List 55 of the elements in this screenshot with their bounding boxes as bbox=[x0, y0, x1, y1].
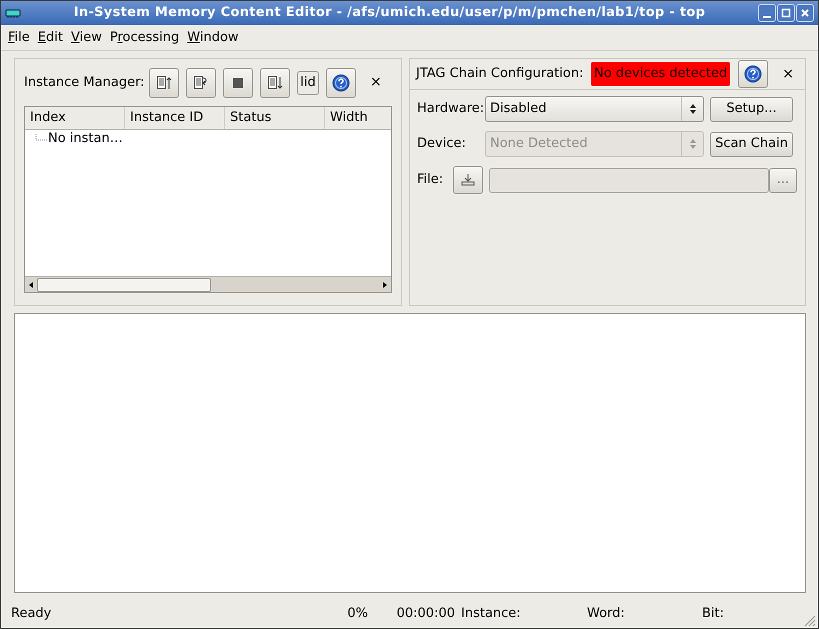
toolbar-button[interactable] bbox=[260, 68, 290, 98]
menu-item[interactable]: Edit bbox=[34, 28, 66, 48]
panel-label: JTAG Chain Configuration: bbox=[416, 65, 584, 84]
help-icon bbox=[332, 74, 350, 92]
browse-button[interactable]: ... bbox=[769, 168, 797, 192]
instance-label: Instance: bbox=[461, 605, 522, 624]
download-icon bbox=[460, 173, 476, 187]
help-icon bbox=[744, 65, 762, 83]
setup-button[interactable]: Setup... bbox=[710, 96, 793, 122]
bit-label: Bit: bbox=[702, 605, 726, 624]
maximize-button[interactable] bbox=[777, 4, 795, 22]
spinner-arrows-icon bbox=[688, 138, 696, 150]
column-header[interactable]: Index bbox=[25, 107, 125, 129]
word-label: Word: bbox=[587, 605, 626, 624]
toolbar-button[interactable] bbox=[186, 68, 216, 98]
column-header[interactable]: Width bbox=[325, 107, 391, 129]
window-title: In-System Memory Content Editor - /afs/umich.edu/user/p/m/pmchen/lab1/top - top bbox=[72, 4, 706, 22]
menu-item[interactable]: View bbox=[68, 28, 105, 48]
field-label: Device: bbox=[416, 135, 467, 154]
menu-item[interactable]: File bbox=[5, 28, 33, 48]
resize-grip-icon bbox=[802, 613, 816, 627]
stop-button[interactable] bbox=[223, 68, 253, 98]
column-header[interactable]: Status bbox=[225, 107, 325, 129]
minimize-button[interactable] bbox=[758, 4, 776, 22]
menu-item[interactable]: Processing bbox=[106, 28, 182, 48]
document-down-arrow-icon bbox=[267, 74, 283, 90]
status-badge: No devices detected bbox=[591, 62, 730, 86]
progress-text: 0% bbox=[346, 605, 368, 624]
help-button[interactable] bbox=[738, 60, 768, 88]
status-message: Ready bbox=[10, 605, 52, 624]
document-up-arrow-icon bbox=[156, 74, 172, 90]
horizontal-scrollbar[interactable] bbox=[25, 276, 391, 292]
panel-label: Instance Manager: bbox=[24, 74, 146, 92]
toolbar-button[interactable] bbox=[149, 68, 179, 98]
maximize-icon bbox=[781, 8, 791, 18]
document-swap-icon bbox=[193, 74, 209, 90]
column-header[interactable]: Instance ID bbox=[125, 107, 225, 129]
close-button[interactable]: × bbox=[370, 72, 382, 93]
lid-button[interactable]: lid bbox=[297, 70, 319, 94]
table-cell-text: No instan… bbox=[48, 130, 123, 148]
spinner-arrows-icon bbox=[688, 103, 696, 115]
scrollbar-thumb[interactable] bbox=[37, 278, 211, 292]
app-icon bbox=[5, 8, 21, 18]
elapsed-time: 00:00:00 bbox=[396, 605, 455, 624]
menu-item[interactable]: Window bbox=[184, 28, 242, 48]
help-button[interactable] bbox=[326, 68, 356, 98]
minimize-icon bbox=[763, 16, 771, 18]
program-button[interactable] bbox=[453, 166, 483, 194]
stop-icon bbox=[233, 78, 243, 88]
close-icon bbox=[800, 8, 810, 18]
hardware-dropdown[interactable]: Disabled bbox=[485, 96, 704, 122]
close-button[interactable] bbox=[796, 4, 814, 22]
close-button[interactable]: × bbox=[782, 64, 794, 84]
field-label: File: bbox=[416, 171, 444, 190]
field-label: Hardware: bbox=[416, 100, 485, 118]
